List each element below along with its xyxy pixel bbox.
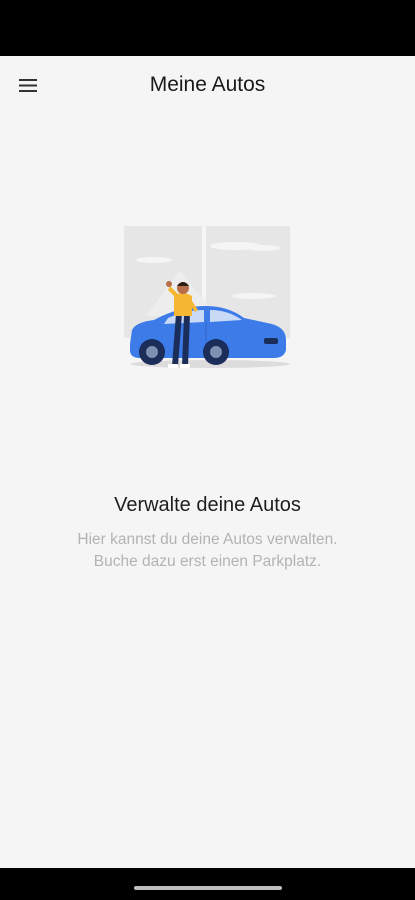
person-with-car-illustration	[124, 226, 290, 372]
app-bar: Meine Autos	[0, 56, 415, 114]
empty-state-description-line: Hier kannst du deine Autos verwalten.	[77, 531, 338, 548]
status-bar	[0, 0, 415, 56]
home-indicator[interactable]	[134, 886, 282, 890]
navigation-bar	[0, 868, 415, 900]
empty-state-title: Verwalte deine Autos	[114, 494, 301, 516]
empty-state-description: Hier kannst du deine Autos verwalten. Bu…	[30, 529, 385, 573]
empty-state-description-line: Buche dazu erst einen Parkplatz.	[93, 553, 322, 570]
page-title: Meine Autos	[149, 73, 266, 96]
